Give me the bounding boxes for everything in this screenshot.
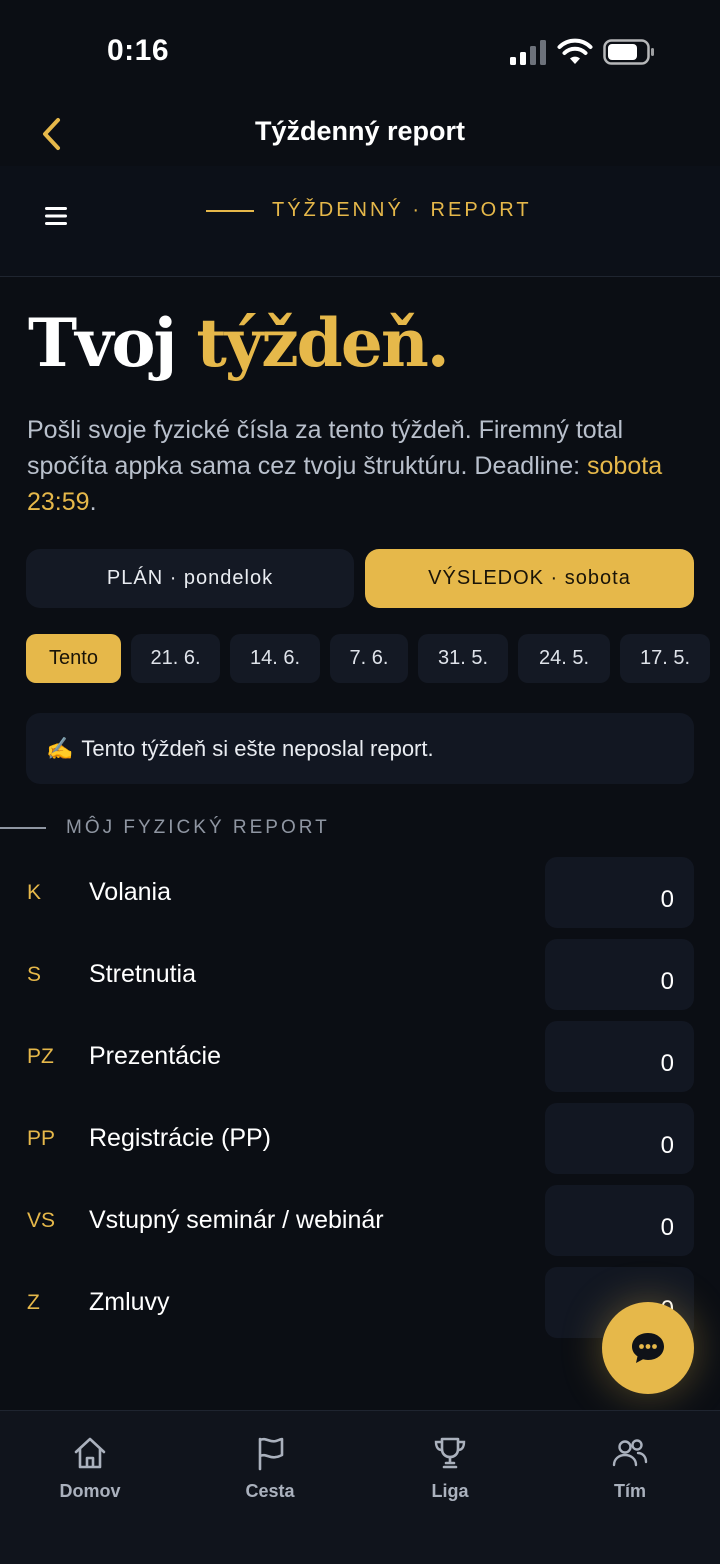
metric-name: Vstupný seminár / webinár xyxy=(89,1206,384,1234)
battery-icon xyxy=(603,39,654,65)
hero-description: Pošli svoje fyzické čísla za tento týžde… xyxy=(27,412,707,520)
week-chip[interactable]: 14. 6. xyxy=(230,634,320,683)
metric-name: Zmluvy xyxy=(89,1288,170,1316)
hero-title-gold: týždeň. xyxy=(196,304,449,382)
app-bar: TÝŽDENNÝ · REPORT xyxy=(0,166,720,277)
section-title: MÔJ FYZICKÝ REPORT xyxy=(66,817,330,838)
week-chip[interactable]: 21. 6. xyxy=(131,634,220,683)
metric-name: Registrácie (PP) xyxy=(89,1124,271,1152)
metric-input-volania[interactable]: 0 xyxy=(545,857,694,928)
section-divider-line xyxy=(0,827,46,829)
tab-label: Liga xyxy=(431,1481,469,1501)
metric-input-prezentacie[interactable]: 0 xyxy=(545,1021,694,1092)
chat-bubble-icon xyxy=(632,1333,664,1363)
metric-code: VS xyxy=(27,1209,56,1232)
week-selector: Tento 21. 6. 14. 6. 7. 6. 31. 5. 24. 5. … xyxy=(26,634,720,684)
metric-input-registracie[interactable]: 0 xyxy=(545,1103,694,1174)
hero-description-text: Pošli svoje fyzické čísla za tento týžde… xyxy=(27,416,624,480)
home-icon xyxy=(74,1437,106,1469)
metric-name: Volania xyxy=(89,878,172,906)
tab-liga[interactable]: Liga xyxy=(390,1435,510,1515)
tab-label: Domov xyxy=(59,1481,121,1501)
tab-label: Tím xyxy=(613,1481,646,1501)
metric-input-seminar[interactable]: 0 xyxy=(545,1185,694,1256)
metric-code: PZ xyxy=(27,1045,54,1068)
nav-header: Týždenný report xyxy=(0,100,720,166)
hero-title: Tvoj týždeň. xyxy=(28,310,450,376)
week-chip[interactable]: 7. 6. xyxy=(330,634,408,683)
notice-text: Tento týždeň si ešte neposlal report. xyxy=(81,735,434,761)
tab-cesta[interactable]: Cesta xyxy=(210,1435,330,1515)
appbar-label: TÝŽDENNÝ · REPORT xyxy=(272,199,532,221)
team-icon xyxy=(612,1439,648,1467)
metric-name: Stretnutia xyxy=(89,960,197,988)
trophy-icon xyxy=(434,1437,466,1469)
metric-code: Z xyxy=(27,1291,40,1314)
week-chip[interactable]: 24. 5. xyxy=(518,634,610,683)
week-chip-current[interactable]: Tento xyxy=(26,634,121,683)
signal-icon xyxy=(510,40,546,65)
tab-label: Cesta xyxy=(245,1481,295,1501)
menu-button[interactable] xyxy=(34,194,78,238)
hamburger-menu-icon xyxy=(45,207,67,225)
page-title: Týždenný report xyxy=(254,116,466,146)
flag-icon xyxy=(258,1437,284,1471)
tab-tim[interactable]: Tím xyxy=(570,1435,690,1515)
toggle-plan-button[interactable]: PLÁN · pondelok xyxy=(26,549,354,608)
metric-code: K xyxy=(27,881,42,904)
writing-hand-icon: ✍ xyxy=(46,735,74,761)
metric-code: PP xyxy=(27,1127,56,1150)
hero-description-suffix: . xyxy=(89,488,97,516)
week-chip[interactable]: 31. 5. xyxy=(418,634,508,683)
chat-button[interactable] xyxy=(602,1302,694,1394)
wifi-icon xyxy=(557,38,593,64)
report-status-notice: ✍ Tento týždeň si ešte neposlal report. xyxy=(26,713,694,784)
bottom-tab-bar: Domov Cesta Liga Tím xyxy=(0,1410,720,1564)
week-chip[interactable]: 17. 5. xyxy=(620,634,710,683)
metric-input-stretnutia[interactable]: 0 xyxy=(545,939,694,1010)
status-bar: 0:16 xyxy=(0,0,720,100)
toggle-result-button[interactable]: VÝSLEDOK · sobota xyxy=(365,549,694,608)
tab-domov[interactable]: Domov xyxy=(30,1435,150,1515)
appbar-divider-line xyxy=(206,210,254,212)
app-screen: 0:16 Týždenný report TÝŽDENNÝ · REPORT T… xyxy=(0,0,720,1564)
status-time: 0:16 xyxy=(107,34,170,67)
metric-code: S xyxy=(27,963,42,986)
hero-title-white: Tvoj xyxy=(28,304,177,382)
metric-name: Prezentácie xyxy=(89,1042,222,1070)
